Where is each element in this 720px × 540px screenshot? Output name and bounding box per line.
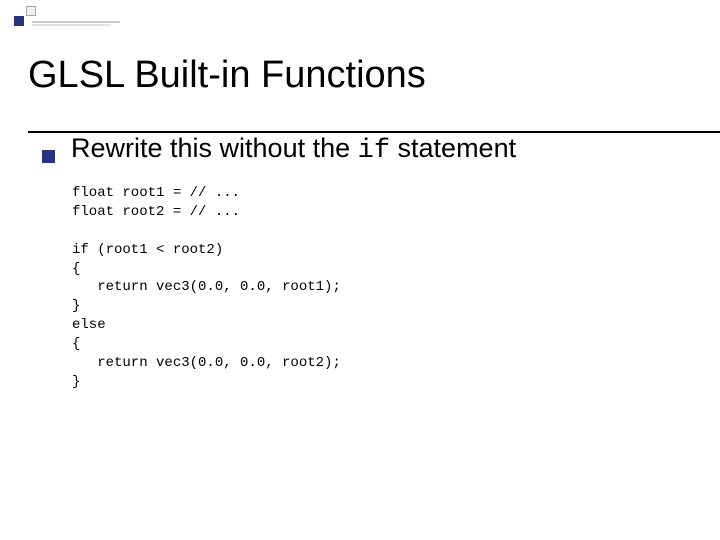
bullet-text: Rewrite this without the if statement [71, 133, 516, 166]
deco-square-outline [26, 6, 36, 16]
slide-title: GLSL Built-in Functions [28, 54, 692, 97]
slide-content: GLSL Built-in Functions Rewrite this wit… [28, 54, 692, 392]
bullet-text-suffix: statement [390, 133, 516, 163]
deco-line [32, 24, 110, 26]
deco-square-filled [14, 16, 24, 26]
bullet-text-prefix: Rewrite this without the [71, 133, 358, 163]
bullet-inline-code: if [358, 136, 390, 166]
bullet-item: Rewrite this without the if statement [42, 133, 692, 166]
bullet-square-icon [42, 150, 55, 163]
corner-decoration [0, 0, 130, 40]
title-underline [28, 131, 720, 133]
deco-line [32, 21, 120, 23]
code-block: float root1 = // ... float root2 = // ..… [72, 184, 692, 392]
